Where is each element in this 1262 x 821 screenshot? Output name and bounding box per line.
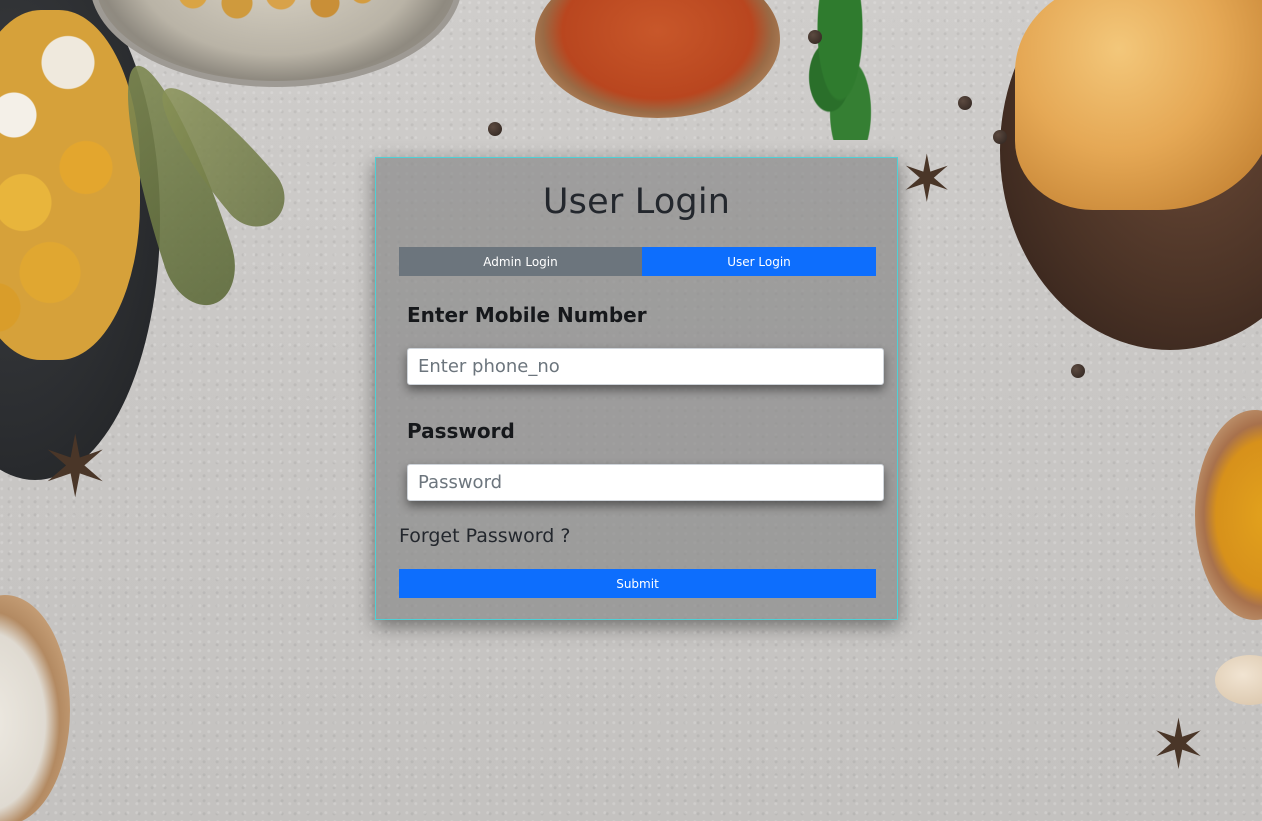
tab-admin-login[interactable]: Admin Login: [399, 247, 642, 276]
parsley-sprig-image: [805, 0, 875, 140]
rice-bowl-image: [0, 595, 70, 821]
peppercorn-icon: [808, 30, 822, 44]
star-anise-icon: ✶: [1150, 706, 1207, 785]
page-title: User Login: [542, 182, 731, 222]
garlic-clove-image: [1215, 655, 1262, 705]
samosa-image: [1015, 0, 1262, 210]
star-anise-icon: ✶: [40, 418, 111, 516]
phone-number-input[interactable]: [407, 348, 884, 385]
chili-powder-bowl-image: [535, 0, 780, 118]
login-card: User Login Admin Login User Login Enter …: [375, 157, 898, 620]
password-input[interactable]: [407, 464, 884, 501]
curry-rice-image: [0, 10, 140, 360]
peppercorn-icon: [993, 130, 1007, 144]
peppercorn-icon: [488, 122, 502, 136]
mobile-number-label: Enter Mobile Number: [407, 303, 647, 327]
tab-user-login[interactable]: User Login: [642, 247, 876, 276]
password-label: Password: [407, 419, 515, 443]
turmeric-bowl-image: [1195, 410, 1262, 620]
submit-button[interactable]: Submit: [399, 569, 876, 598]
login-page-background: ✶ ✶ ✶ User Login Admin Login User Login …: [0, 0, 1262, 821]
star-anise-icon: ✶: [900, 143, 954, 217]
login-type-tabs: Admin Login User Login: [399, 247, 876, 276]
peppercorn-icon: [1071, 364, 1085, 378]
forget-password-link[interactable]: Forget Password ?: [399, 525, 570, 547]
peppercorn-icon: [958, 96, 972, 110]
